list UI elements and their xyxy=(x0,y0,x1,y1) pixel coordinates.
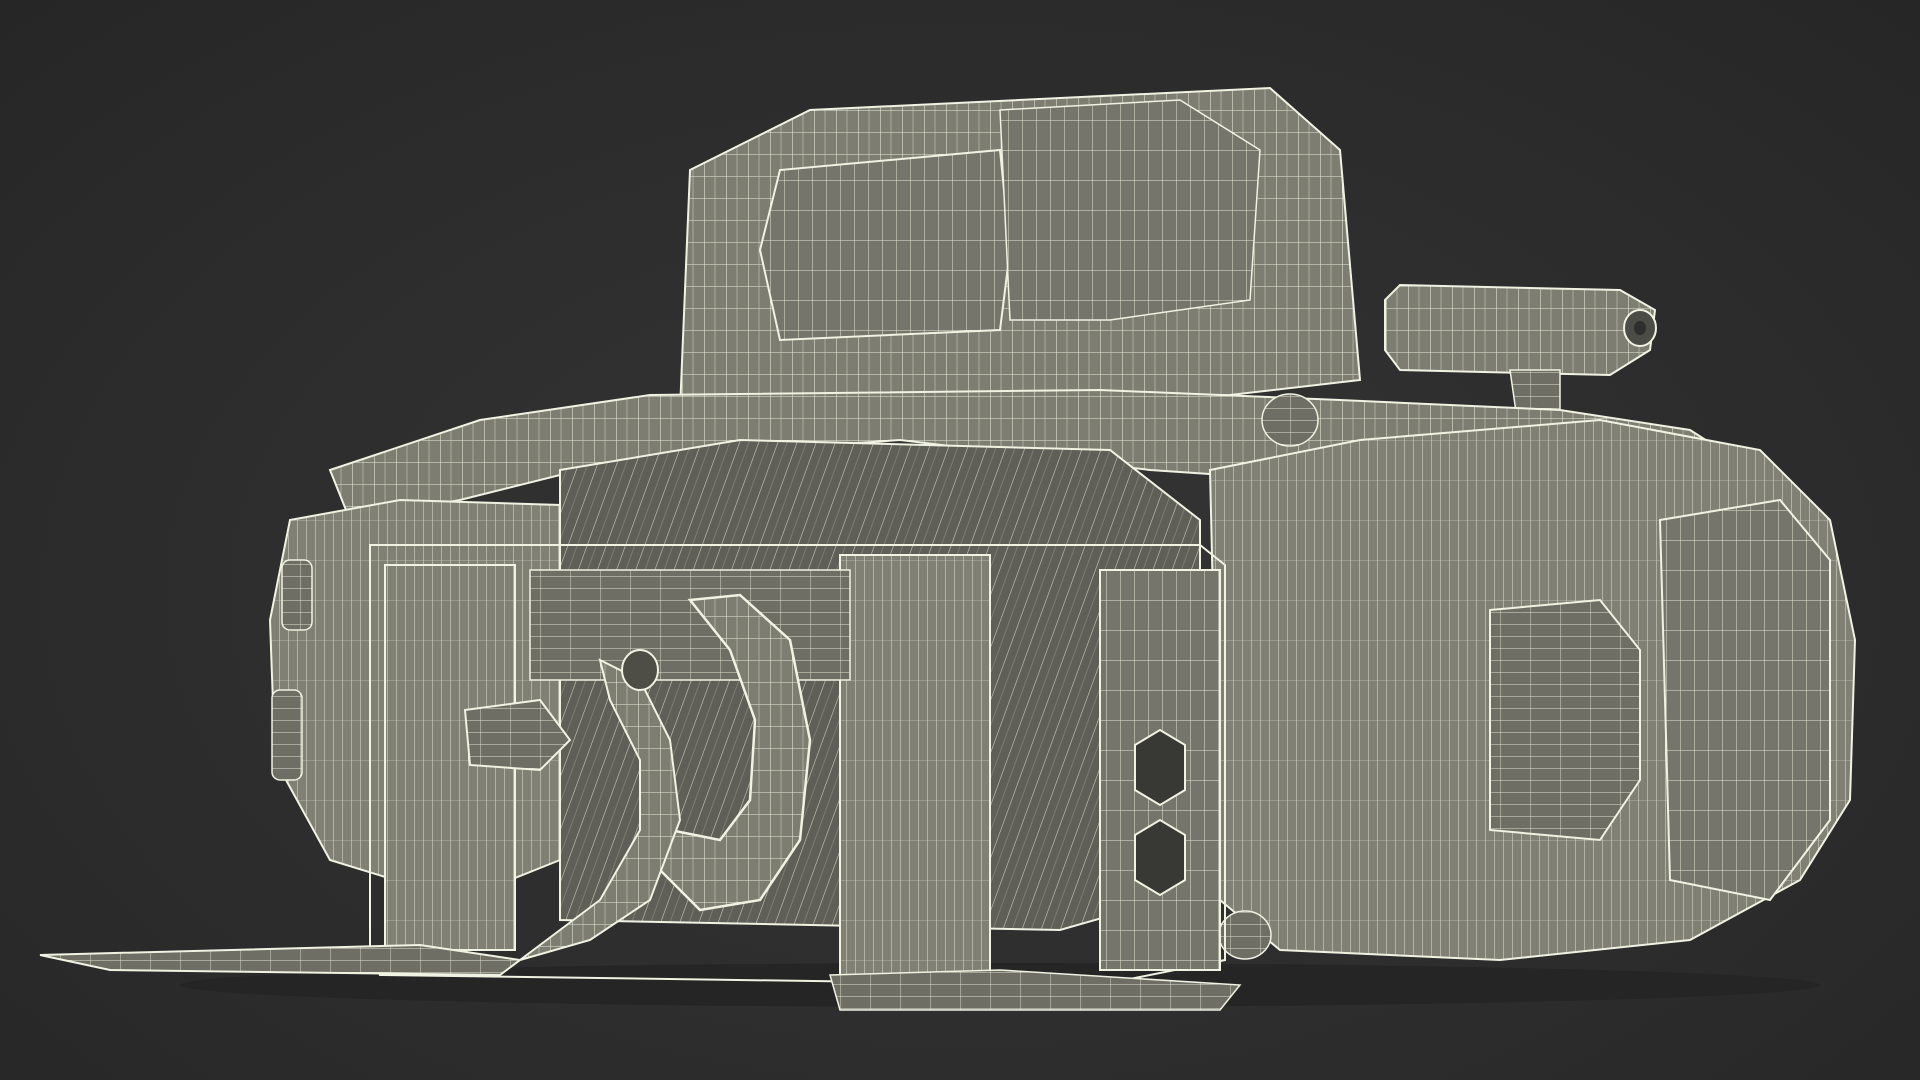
cable-strap xyxy=(39,943,523,977)
frame-bolt xyxy=(1261,393,1319,447)
gearbox-outer-face xyxy=(1658,498,1831,902)
mount-hole xyxy=(1134,818,1186,897)
hook-pin xyxy=(621,649,659,691)
right-roller xyxy=(839,554,991,981)
winch-wireframe-model xyxy=(39,86,1857,1011)
render-viewport xyxy=(0,0,1920,1080)
control-box-lid xyxy=(758,148,1012,342)
mount-hole xyxy=(1134,728,1186,807)
right-gearbox-housing xyxy=(1208,393,1857,962)
control-box-side xyxy=(999,99,1261,321)
top-roller xyxy=(529,569,851,681)
frame-bolt xyxy=(1218,910,1272,960)
control-box xyxy=(678,86,1362,412)
gearbox-end-cap xyxy=(1489,598,1641,842)
